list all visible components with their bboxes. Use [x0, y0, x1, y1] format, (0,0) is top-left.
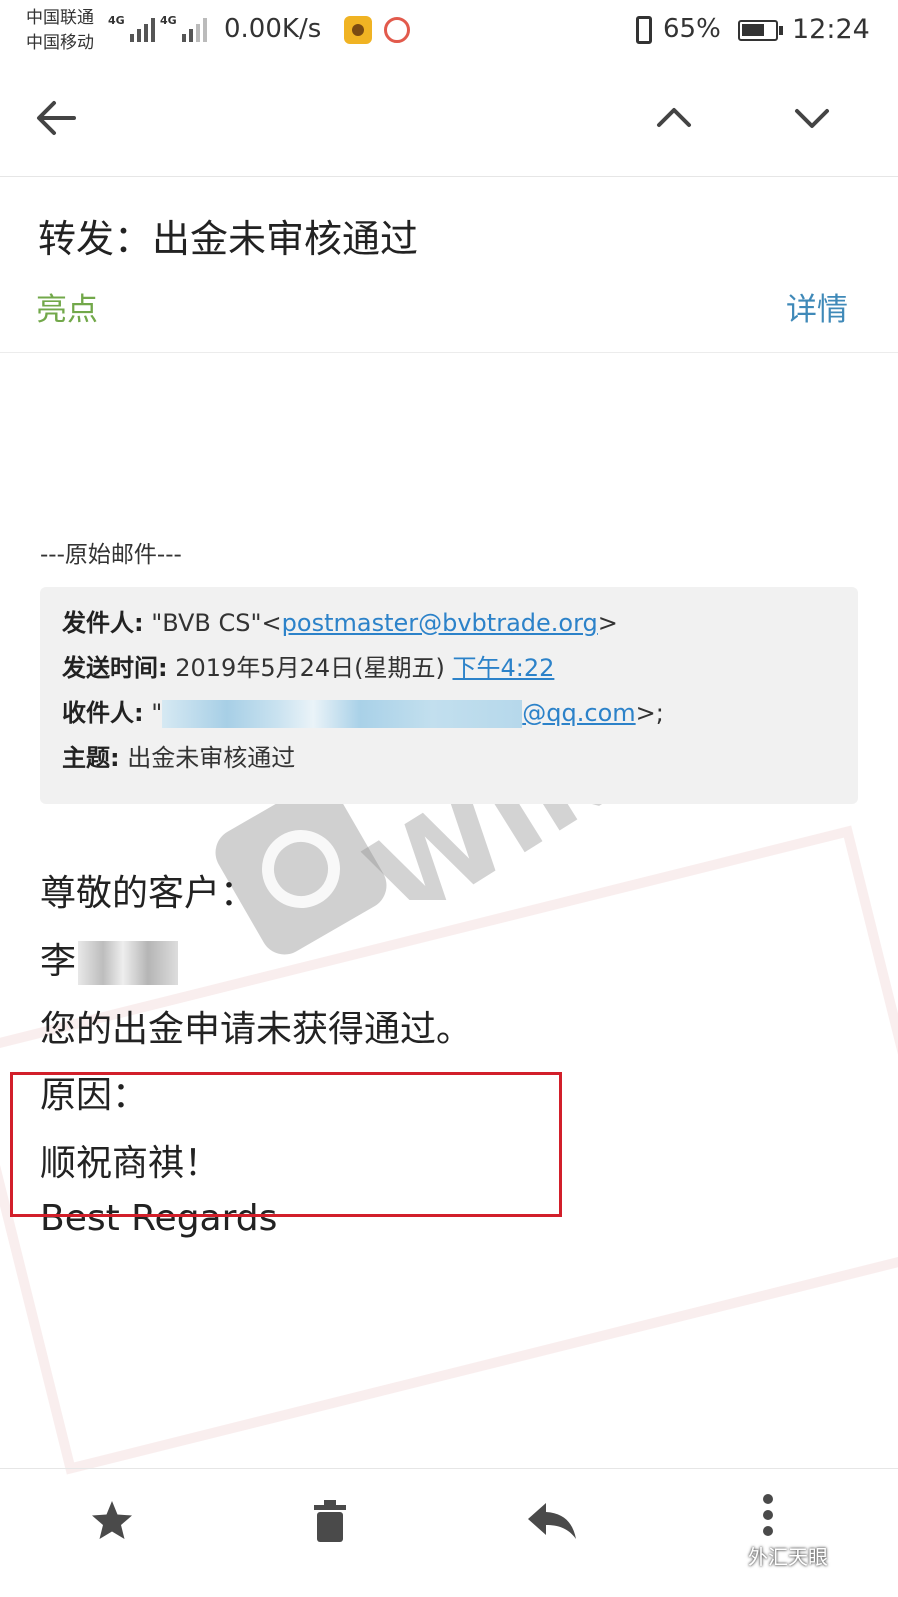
original-mail-header: 发件人: "BVB CS"<postmaster@bvbtrade.org> 发…: [40, 587, 858, 804]
name-prefix: 李: [40, 941, 77, 982]
redacted-name: [78, 941, 179, 985]
reply-button[interactable]: [520, 1489, 584, 1553]
from-end: >: [597, 609, 618, 637]
battery-percent: 65%: [663, 14, 721, 44]
red-highlight-box: [10, 1072, 562, 1217]
from-label: 发件人:: [62, 609, 144, 637]
clock: 12:24: [792, 14, 870, 45]
greeting-text: 尊敬的客户：: [40, 873, 257, 914]
more-vertical-icon: [763, 1494, 773, 1536]
vibrate-icon: [636, 16, 652, 44]
from-name: "BVB CS"<: [143, 609, 282, 637]
arrow-left-icon: [37, 101, 76, 135]
sent-time-link[interactable]: 下午4:22: [452, 654, 554, 682]
sent-date: 2019年5月24日(星期五): [167, 654, 453, 682]
status-bar: 中国联通 中国移动 4G 4G 0.00K/s 65% 12:24: [0, 0, 898, 64]
to-prefix: ": [143, 699, 163, 727]
mail-toolbar: [0, 64, 898, 177]
to-end: >;: [635, 699, 664, 727]
star-button[interactable]: [80, 1489, 144, 1553]
mail-subject: 转发：出金未审核通过: [38, 217, 419, 261]
subject-value: 出金未审核通过: [119, 744, 296, 772]
to-label: 收件人:: [62, 699, 144, 727]
network-type-2: 4G: [160, 14, 177, 27]
back-button[interactable]: [24, 86, 88, 150]
next-mail-button[interactable]: [780, 86, 844, 150]
app-notification-icon: [344, 16, 372, 44]
to-row: 收件人: " @qq.com>;: [62, 693, 664, 728]
to-email-link[interactable]: @qq.com: [522, 699, 635, 727]
chevron-up-icon: [657, 108, 691, 127]
star-icon: [92, 1501, 132, 1539]
wechat-icon: [720, 1541, 746, 1562]
weibo-notification-icon: [384, 17, 410, 43]
previous-mail-button[interactable]: [642, 86, 706, 150]
subject-label: 主题:: [62, 744, 120, 772]
original-mail-label: ---原始邮件---: [40, 542, 182, 568]
signal-2-icon: 4G: [160, 14, 207, 42]
reply-icon: [528, 1503, 576, 1539]
sent-label: 发送时间:: [62, 654, 168, 682]
battery-icon: [738, 20, 783, 41]
carrier-1: 中国联通: [26, 8, 94, 28]
signal-1-icon: 4G: [108, 14, 155, 42]
details-link[interactable]: 详情: [786, 284, 848, 329]
chevron-down-icon: [795, 109, 829, 128]
from-row: 发件人: "BVB CS"<postmaster@bvbtrade.org>: [62, 603, 618, 638]
carrier-names: 中国联通 中国移动: [26, 6, 94, 56]
network-speed: 0.00K/s: [224, 14, 322, 44]
sent-row: 发送时间: 2019年5月24日(星期五) 下午4:22: [62, 648, 554, 683]
highlight-tag[interactable]: 亮点: [36, 284, 98, 329]
carrier-2: 中国移动: [26, 33, 94, 53]
divider: [0, 352, 898, 353]
message-text: 您的出金申请未获得通过。: [40, 1009, 473, 1050]
delete-button[interactable]: [298, 1489, 362, 1553]
subject-row: 主题: 出金未审核通过: [62, 738, 295, 773]
bottom-action-bar: [0, 1468, 898, 1597]
from-email-link[interactable]: postmaster@bvbtrade.org: [282, 609, 598, 637]
trash-icon: [314, 1500, 346, 1542]
redacted-recipient: [162, 700, 523, 728]
customer-name: 李: [40, 932, 179, 985]
network-type-1: 4G: [108, 14, 125, 27]
brand-watermark: 外汇天眼: [748, 1545, 828, 1569]
more-button[interactable]: [738, 1483, 798, 1547]
